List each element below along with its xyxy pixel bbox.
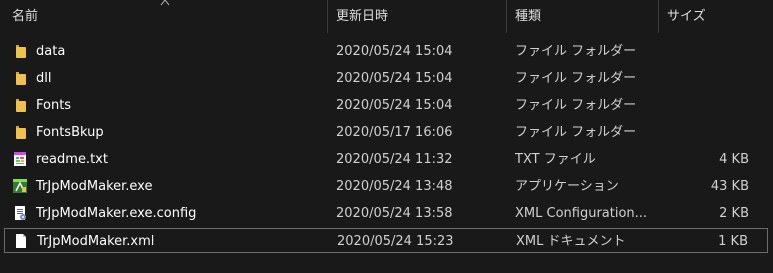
file-size: 43 KB bbox=[710, 179, 749, 194]
file-row[interactable]: FontsBkup 2020/05/17 16:06 ファイル フォルダー bbox=[4, 120, 768, 145]
xml-file-icon bbox=[13, 233, 29, 249]
file-name: TrJpModMaker.exe.config bbox=[36, 206, 197, 221]
file-type: TXT ファイル bbox=[515, 152, 596, 167]
column-divider[interactable] bbox=[327, 0, 328, 33]
folder-icon bbox=[12, 43, 28, 59]
column-header-type[interactable]: 種類 bbox=[515, 0, 541, 33]
file-row[interactable]: data 2020/05/24 15:04 ファイル フォルダー bbox=[4, 39, 768, 64]
file-type: ファイル フォルダー bbox=[515, 71, 637, 86]
application-icon bbox=[12, 178, 28, 194]
column-divider[interactable] bbox=[506, 0, 507, 33]
file-type: XML Configuration... bbox=[515, 206, 648, 221]
file-row[interactable]: TrJpModMaker.exe.config 2020/05/24 13:58 X… bbox=[4, 201, 768, 226]
config-file-icon bbox=[12, 205, 28, 221]
file-name: TrJpModMaker.xml bbox=[37, 234, 155, 249]
file-date: 2020/05/24 15:23 bbox=[337, 234, 454, 249]
column-divider[interactable] bbox=[658, 0, 659, 33]
folder-icon bbox=[12, 124, 28, 140]
file-type: ファイル フォルダー bbox=[515, 44, 637, 59]
file-size: 4 KB bbox=[719, 152, 749, 167]
file-date: 2020/05/17 16:06 bbox=[336, 125, 453, 140]
file-name: data bbox=[36, 44, 66, 59]
file-type: ファイル フォルダー bbox=[515, 98, 637, 113]
file-row[interactable]: readme.txt 2020/05/24 11:32 TXT ファイル 4 KB bbox=[4, 147, 768, 172]
file-row[interactable]: TrJpModMaker.exe 2020/05/24 13:48 アプリケーション… bbox=[4, 174, 768, 199]
column-header-date[interactable]: 更新日時 bbox=[336, 0, 388, 33]
file-type: XML ドキュメント bbox=[516, 234, 626, 249]
sort-ascending-icon bbox=[160, 0, 170, 6]
folder-icon bbox=[12, 70, 28, 86]
file-date: 2020/05/24 13:48 bbox=[336, 179, 453, 194]
file-row[interactable]: TrJpModMaker.xml 2020/05/24 15:23 XML ドキュメ… bbox=[4, 228, 768, 253]
file-name: Fonts bbox=[36, 98, 72, 113]
file-row[interactable]: Fonts 2020/05/24 15:04 ファイル フォルダー bbox=[4, 93, 768, 118]
file-type: アプリケーション bbox=[515, 179, 619, 194]
file-size: 2 KB bbox=[719, 206, 749, 221]
file-size: 1 KB bbox=[718, 234, 748, 249]
file-type: ファイル フォルダー bbox=[515, 125, 637, 140]
file-row[interactable]: dll 2020/05/24 15:04 ファイル フォルダー bbox=[4, 66, 768, 91]
file-date: 2020/05/24 13:58 bbox=[336, 206, 453, 221]
column-header-bar: 名前 更新日時 種類 サイズ bbox=[0, 0, 773, 33]
file-name: dll bbox=[36, 71, 52, 86]
text-file-icon bbox=[12, 151, 28, 167]
column-header-size[interactable]: サイズ bbox=[667, 0, 706, 33]
column-header-name[interactable]: 名前 bbox=[12, 0, 38, 33]
file-name: TrJpModMaker.exe bbox=[36, 179, 153, 194]
file-date: 2020/05/24 15:04 bbox=[336, 44, 453, 59]
folder-icon bbox=[12, 97, 28, 113]
file-date: 2020/05/24 15:04 bbox=[336, 71, 453, 86]
file-name: FontsBkup bbox=[36, 125, 104, 140]
file-name: readme.txt bbox=[36, 152, 108, 167]
file-date: 2020/05/24 15:04 bbox=[336, 98, 453, 113]
file-date: 2020/05/24 11:32 bbox=[336, 152, 453, 167]
